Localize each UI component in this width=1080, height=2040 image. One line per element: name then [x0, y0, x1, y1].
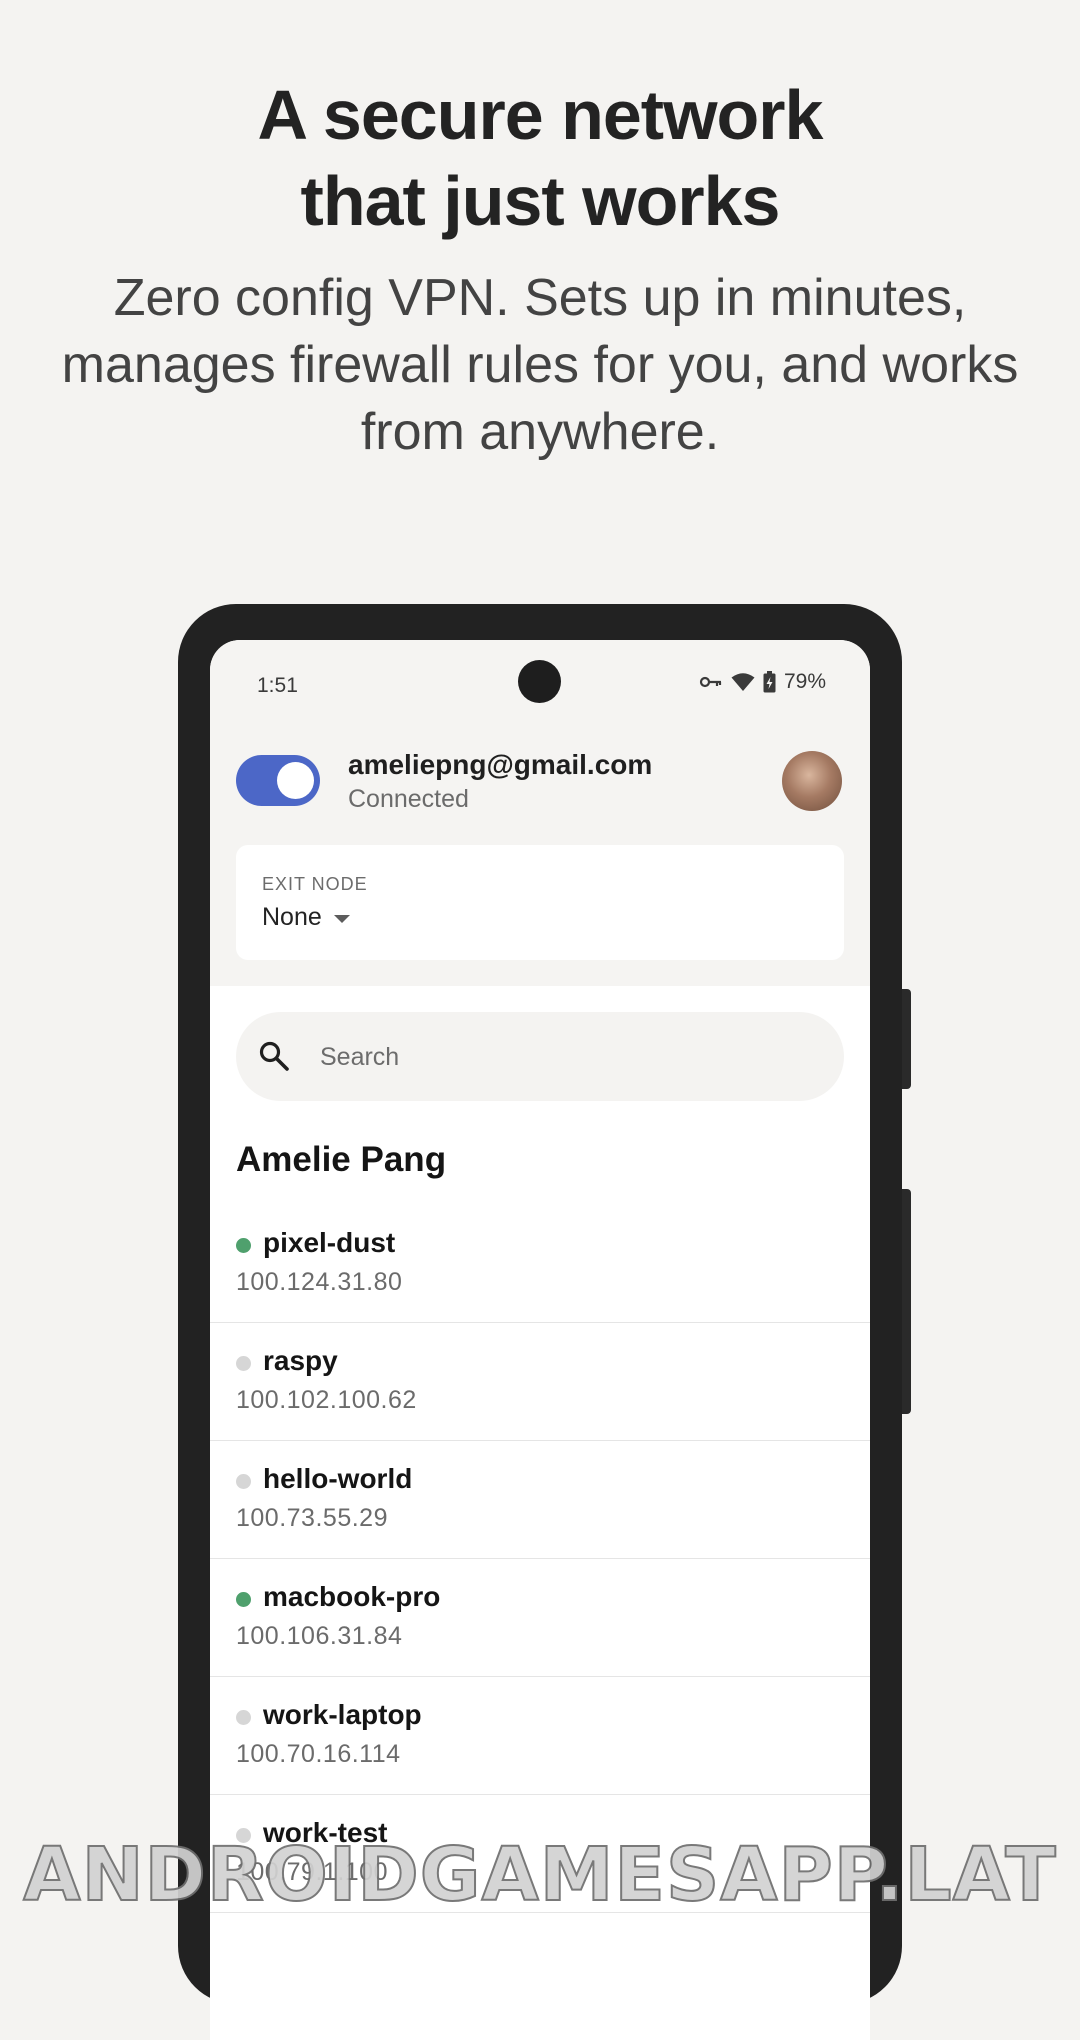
- device-name: raspy: [263, 1345, 338, 1376]
- device-row[interactable]: raspy 100.102.100.62: [210, 1323, 870, 1441]
- phone-mockup: 1:51 79% ameliepng@gmail.com Connected E…: [178, 604, 911, 2040]
- device-ip: 100.106.31.84: [236, 1622, 403, 1650]
- avatar[interactable]: [782, 751, 842, 811]
- offline-status-dot: [236, 1356, 251, 1371]
- device-row[interactable]: work-laptop 100.70.16.114: [210, 1677, 870, 1795]
- device-name: work-laptop: [263, 1699, 422, 1730]
- online-status-dot: [236, 1238, 251, 1253]
- headline: A secure network that just works: [0, 72, 1080, 244]
- device-ip: 100.102.100.62: [236, 1386, 417, 1414]
- device-list: pixel-dust 100.124.31.80 raspy 100.102.1…: [210, 1205, 870, 1913]
- exit-node-selector[interactable]: None: [262, 903, 350, 932]
- caret-down-icon: [333, 914, 350, 923]
- phone-screen: 1:51 79% ameliepng@gmail.com Connected E…: [210, 640, 870, 2040]
- status-icons: 79%: [699, 670, 826, 694]
- device-name: hello-world: [263, 1463, 413, 1494]
- search-bar[interactable]: [236, 1012, 844, 1101]
- account-header: 1:51 79% ameliepng@gmail.com Connected E…: [210, 640, 870, 986]
- connection-status: Connected: [348, 785, 469, 813]
- device-row[interactable]: macbook-pro 100.106.31.84: [210, 1559, 870, 1677]
- headline-line-2: that just works: [300, 162, 781, 240]
- status-time: 1:51: [257, 674, 298, 697]
- headline-line-1: A secure network: [257, 76, 824, 154]
- watermark: ANDROIDGAMESAPP.LAT: [22, 1831, 1057, 1919]
- exit-node-label: EXIT NODE: [262, 874, 368, 894]
- device-row[interactable]: pixel-dust 100.124.31.80: [210, 1205, 870, 1323]
- account-email: ameliepng@gmail.com: [348, 749, 653, 780]
- device-ip: 100.124.31.80: [236, 1268, 403, 1296]
- toggle-knob: [277, 762, 314, 799]
- wifi-icon: [731, 673, 755, 691]
- online-status-dot: [236, 1592, 251, 1607]
- exit-node-card[interactable]: EXIT NODE None: [236, 845, 844, 960]
- offline-status-dot: [236, 1710, 251, 1725]
- offline-status-dot: [236, 1474, 251, 1489]
- vpn-key-icon: [699, 676, 722, 688]
- exit-node-value: None: [262, 903, 322, 931]
- camera-cutout: [518, 660, 561, 703]
- device-name: pixel-dust: [263, 1227, 396, 1258]
- device-name: macbook-pro: [263, 1581, 441, 1612]
- device-ip: 100.70.16.114: [236, 1740, 401, 1768]
- subheadline: Zero config VPN. Sets up in minutes, man…: [61, 269, 1019, 461]
- device-row[interactable]: hello-world 100.73.55.29: [210, 1441, 870, 1559]
- battery-percent: 79%: [783, 670, 826, 693]
- vpn-toggle[interactable]: [236, 755, 320, 806]
- search-input[interactable]: [318, 1032, 802, 1082]
- owner-heading: Amelie Pang: [236, 1140, 447, 1179]
- phone-power-button: [902, 989, 911, 1089]
- phone-volume-button: [902, 1189, 911, 1414]
- battery-charging-icon: [763, 671, 776, 693]
- device-ip: 100.73.55.29: [236, 1504, 388, 1532]
- search-icon: [259, 1041, 289, 1071]
